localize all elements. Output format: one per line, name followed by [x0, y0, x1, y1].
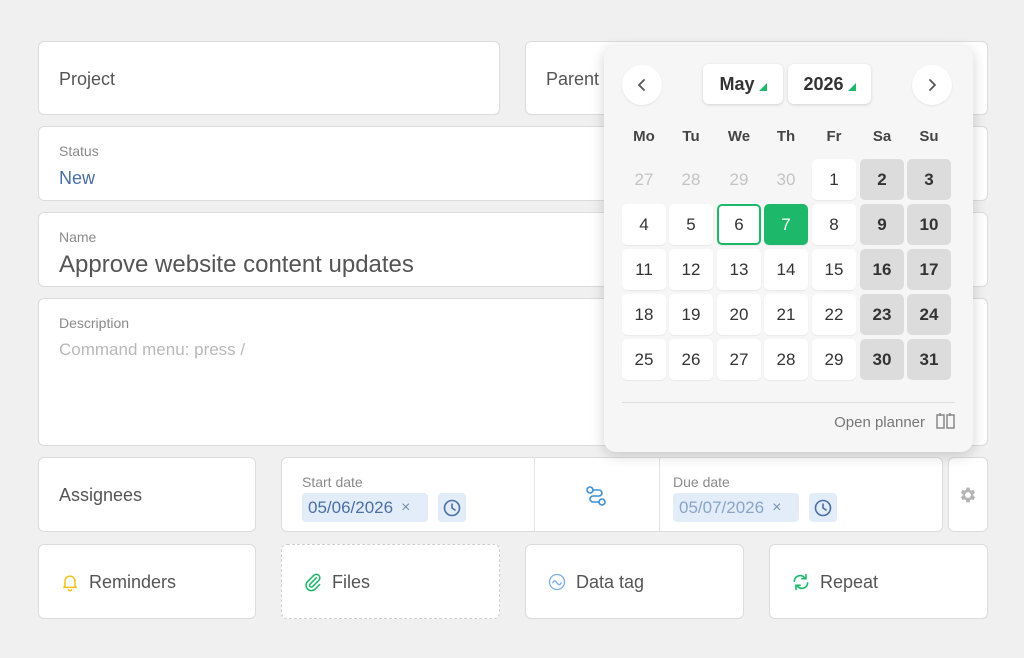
calendar-day[interactable]: 12 [669, 249, 713, 290]
description-placeholder[interactable]: Command menu: press / [59, 340, 245, 360]
parent-label: Parent [546, 69, 600, 89]
calendar-day[interactable]: 11 [622, 249, 666, 290]
weekday-label: Mo [633, 128, 655, 145]
weekday-label: Tu [682, 128, 700, 145]
files-label: Files [332, 571, 371, 592]
due-date-clear-icon[interactable]: × [772, 499, 781, 517]
start-time-button[interactable] [438, 493, 466, 522]
calendar-day[interactable]: 19 [669, 294, 713, 335]
files-button[interactable]: Files [281, 544, 500, 619]
dates-group: Start date 05/06/2026 × Due date 05/07/2… [281, 457, 943, 532]
calendar-day[interactable]: 16 [860, 249, 904, 290]
divider [622, 402, 955, 403]
calendar-day[interactable]: 17 [907, 249, 951, 290]
due-date-chip[interactable]: 05/07/2026 × [673, 493, 799, 522]
description-label: Description [59, 315, 130, 331]
year-select[interactable]: 2026 [788, 64, 871, 104]
calendar-day[interactable]: 9 [860, 204, 904, 245]
calendar-day[interactable]: 26 [669, 339, 713, 380]
calendar-day[interactable]: 29 [812, 339, 856, 380]
calendar-day-other-month[interactable]: 28 [669, 159, 713, 200]
calendar-day[interactable]: 15 [812, 249, 856, 290]
chevron-left-icon [638, 79, 645, 91]
calendar-day[interactable]: 5 [669, 204, 713, 245]
calendar-day[interactable]: 18 [622, 294, 666, 335]
calendar-day[interactable]: 14 [764, 249, 808, 290]
weekday-label: Th [776, 128, 796, 145]
calendar-day[interactable]: 1 [812, 159, 856, 200]
status-value[interactable]: New [59, 168, 95, 189]
repeat-button[interactable]: Repeat [769, 544, 988, 619]
calendar-day-other-month[interactable]: 27 [622, 159, 666, 200]
due-time-button[interactable] [809, 493, 837, 522]
project-label: Project [59, 69, 116, 89]
clock-icon [443, 499, 461, 516]
calendar-day[interactable]: 28 [764, 339, 808, 380]
calendar-day[interactable]: 25 [622, 339, 666, 380]
reminders-label: Reminders [89, 571, 177, 592]
start-date-label: Start date [302, 474, 363, 490]
weekday-label: Su [919, 128, 939, 145]
paperclip-icon [302, 571, 324, 593]
bell-icon [59, 571, 81, 593]
open-planner-label: Open planner [834, 413, 925, 431]
divider [659, 458, 660, 531]
name-label: Name [59, 229, 97, 245]
calendar-day[interactable]: 13 [717, 249, 761, 290]
calendar-day[interactable]: 24 [907, 294, 951, 335]
calendar-day[interactable]: 23 [860, 294, 904, 335]
repeat-icon [790, 571, 812, 593]
calendar-day[interactable]: 3 [907, 159, 951, 200]
date-picker-popup: May 2026 Mo Tu We Th Fr Sa Su 27 28 29 30 1 2 3 4 5 6 7 8… [604, 46, 973, 452]
weekday-label: We [727, 128, 751, 145]
month-select[interactable]: May [703, 64, 783, 104]
calendar-day[interactable]: 10 [907, 204, 951, 245]
reminders-button[interactable]: Reminders [38, 544, 256, 619]
divider [534, 458, 535, 531]
calendar-day[interactable]: 7 [764, 204, 808, 245]
calendar-day[interactable]: 2 [860, 159, 904, 200]
gear-icon [960, 487, 976, 502]
calendar-day[interactable]: 27 [717, 339, 761, 380]
dropdown-triangle-icon [758, 83, 767, 91]
calendar-day[interactable]: 21 [764, 294, 808, 335]
due-date-value: 05/07/2026 [679, 497, 765, 517]
start-date-value: 05/06/2026 [308, 497, 394, 517]
chevron-right-icon [929, 79, 936, 91]
calendar-day[interactable]: 31 [907, 339, 951, 380]
weekday-label: Sa [872, 128, 892, 145]
dependency-icon [586, 486, 606, 506]
data-tag-icon [546, 571, 568, 593]
assignees-field[interactable]: Assignees [38, 457, 256, 532]
clock-icon [814, 499, 832, 516]
data-tag-button[interactable]: Data tag [525, 544, 744, 619]
calendar-day[interactable]: 30 [860, 339, 904, 380]
planner-icon [936, 413, 955, 429]
calendar-day[interactable]: 8 [812, 204, 856, 245]
status-label: Status [59, 143, 99, 159]
calendar-day[interactable]: 22 [812, 294, 856, 335]
month-value: May [719, 73, 755, 94]
prev-month-button[interactable] [622, 65, 662, 105]
weekday-label: Fr [826, 128, 842, 145]
project-field[interactable]: Project [38, 41, 500, 115]
calendar-day[interactable]: 4 [622, 204, 666, 245]
open-planner-button[interactable]: Open planner [834, 412, 957, 432]
calendar-day-other-month[interactable]: 30 [764, 159, 808, 200]
due-date-label: Due date [673, 474, 730, 490]
data-tag-label: Data tag [576, 571, 645, 592]
calendar-day-other-month[interactable]: 29 [717, 159, 761, 200]
year-value: 2026 [803, 73, 844, 94]
name-value[interactable]: Approve website content updates [59, 251, 414, 279]
next-month-button[interactable] [912, 65, 952, 105]
dependency-button[interactable] [584, 484, 610, 508]
repeat-label: Repeat [820, 571, 879, 592]
date-settings-button[interactable] [948, 457, 988, 532]
start-date-clear-icon[interactable]: × [401, 499, 410, 517]
start-date-chip[interactable]: 05/06/2026 × [302, 493, 428, 522]
dropdown-triangle-icon [847, 83, 856, 91]
calendar-day[interactable]: 20 [717, 294, 761, 335]
calendar-day[interactable]: 6 [717, 204, 761, 245]
assignees-label: Assignees [59, 485, 143, 505]
